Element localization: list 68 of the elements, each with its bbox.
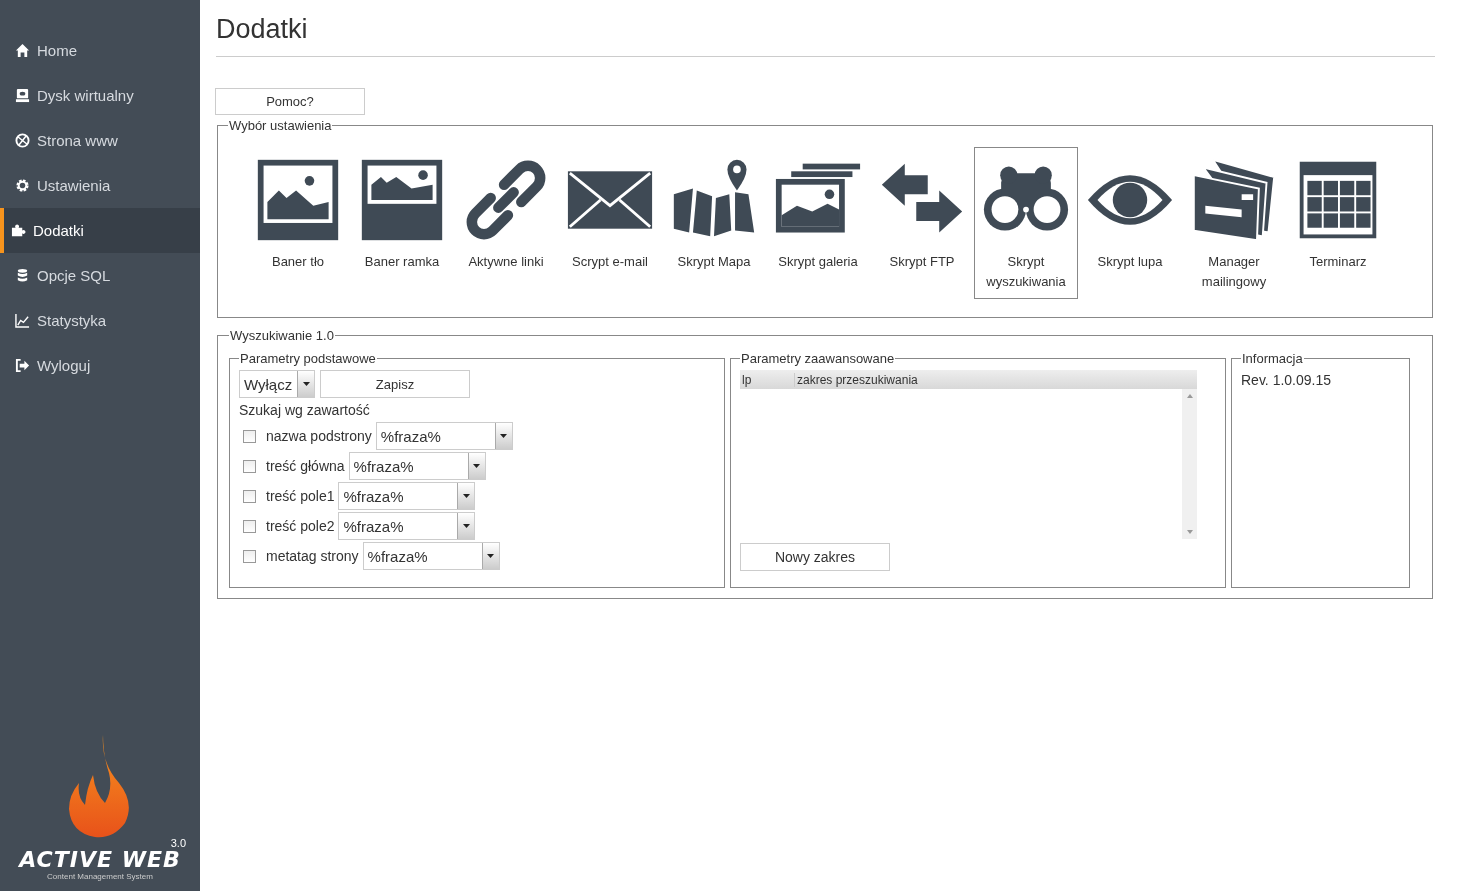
sidebar-item[interactable]: Wyloguj	[0, 343, 200, 388]
checkbox[interactable]	[243, 549, 256, 563]
pattern-dropdown[interactable]: %fraza%	[338, 512, 476, 540]
plugin-tile[interactable]: Manager mailingowy	[1182, 147, 1286, 299]
caret-icon	[463, 494, 470, 498]
group-legend: Wybór ustawienia	[228, 118, 333, 133]
menu-item-icon	[15, 133, 30, 148]
plugin-tile[interactable]: Baner tło	[246, 147, 350, 299]
scroll-down-icon[interactable]	[1186, 530, 1193, 534]
pattern-dropdown[interactable]: %fraza%	[348, 452, 486, 480]
field-label: treść pole2	[266, 518, 335, 534]
menu-item-icon	[15, 43, 30, 58]
checkbox[interactable]	[243, 519, 256, 533]
plugin-tile[interactable]: Scrypt e-mail	[558, 147, 662, 299]
save-button[interactable]: Zapisz	[320, 370, 470, 398]
pattern-dropdown[interactable]: %fraza%	[375, 422, 513, 450]
plugin-tile[interactable]: Aktywne linki	[454, 147, 558, 299]
checkbox[interactable]	[243, 459, 256, 473]
section-label: Szukaj wg zawartość	[239, 402, 371, 418]
plugin-tile[interactable]: Skrypt wyszukiwania	[974, 147, 1078, 299]
version-label: 3.0	[170, 838, 186, 849]
group-legend: Informacja	[1241, 351, 1304, 366]
caret-icon	[487, 554, 495, 558]
pattern-dropdown[interactable]: %fraza%	[362, 542, 500, 570]
caret-icon	[463, 524, 470, 528]
page-title: Dodatki	[216, 14, 1435, 57]
scroll-up-icon[interactable]	[1186, 394, 1193, 398]
column-header[interactable]: lp	[740, 372, 795, 387]
sidebar-item[interactable]: Strona www	[0, 118, 200, 163]
help-button[interactable]: Pomoc?	[215, 88, 365, 115]
plugin-tile[interactable]: Skrypt galeria	[766, 147, 870, 299]
group-legend: Parametry podstawowe	[239, 351, 377, 366]
caret-icon	[302, 382, 310, 386]
logo-text: ACTIVE WEB	[19, 849, 181, 871]
checkbox[interactable]	[243, 429, 256, 443]
sidebar-item[interactable]: Ustawienia	[0, 163, 200, 208]
menu-item-icon	[15, 268, 30, 283]
field-label: treść główna	[266, 458, 345, 474]
field-label: treść pole1	[266, 488, 335, 504]
sidebar-item[interactable]: Dysk wirtualny	[0, 73, 200, 118]
column-header[interactable]: zakres przeszukiwania	[795, 372, 918, 387]
field-label: nazwa podstrony	[266, 428, 372, 444]
sidebar-item[interactable]: Opcje SQL	[0, 253, 200, 298]
menu-item-icon	[11, 223, 26, 238]
new-range-button[interactable]: Nowy zakres	[740, 543, 890, 571]
sidebar-item[interactable]: Dodatki	[0, 208, 200, 253]
plugin-tile[interactable]: Skrypt FTP	[870, 147, 974, 299]
checkbox[interactable]	[243, 489, 256, 503]
menu-item-icon	[15, 358, 30, 373]
sidebar-item[interactable]: Home	[0, 28, 200, 73]
plugin-tile[interactable]: Skrypt Mapa	[662, 147, 766, 299]
mode-dropdown[interactable]: Wyłącz	[239, 370, 315, 398]
group-legend: Parametry zaawansowane	[740, 351, 896, 366]
logo-tagline: Content Management System	[47, 872, 153, 881]
menu-item-icon	[15, 88, 30, 103]
scrollbar[interactable]	[1182, 389, 1197, 539]
menu-item-icon	[15, 313, 30, 328]
plugin-tile[interactable]: Baner ramka	[350, 147, 454, 299]
caret-icon	[473, 464, 481, 468]
plugin-tile[interactable]: Skrypt lupa	[1078, 147, 1182, 299]
pattern-dropdown[interactable]: %fraza%	[338, 482, 476, 510]
menu-item-icon	[15, 178, 30, 193]
revision-text: Rev. 1.0.09.15	[1241, 372, 1333, 388]
field-label: metatag strony	[266, 548, 359, 564]
plugin-tile[interactable]: Terminarz	[1286, 147, 1390, 299]
sidebar-item[interactable]: Statystyka	[0, 298, 200, 343]
caret-icon	[500, 434, 508, 438]
group-legend: Wyszukiwanie 1.0	[229, 328, 335, 343]
